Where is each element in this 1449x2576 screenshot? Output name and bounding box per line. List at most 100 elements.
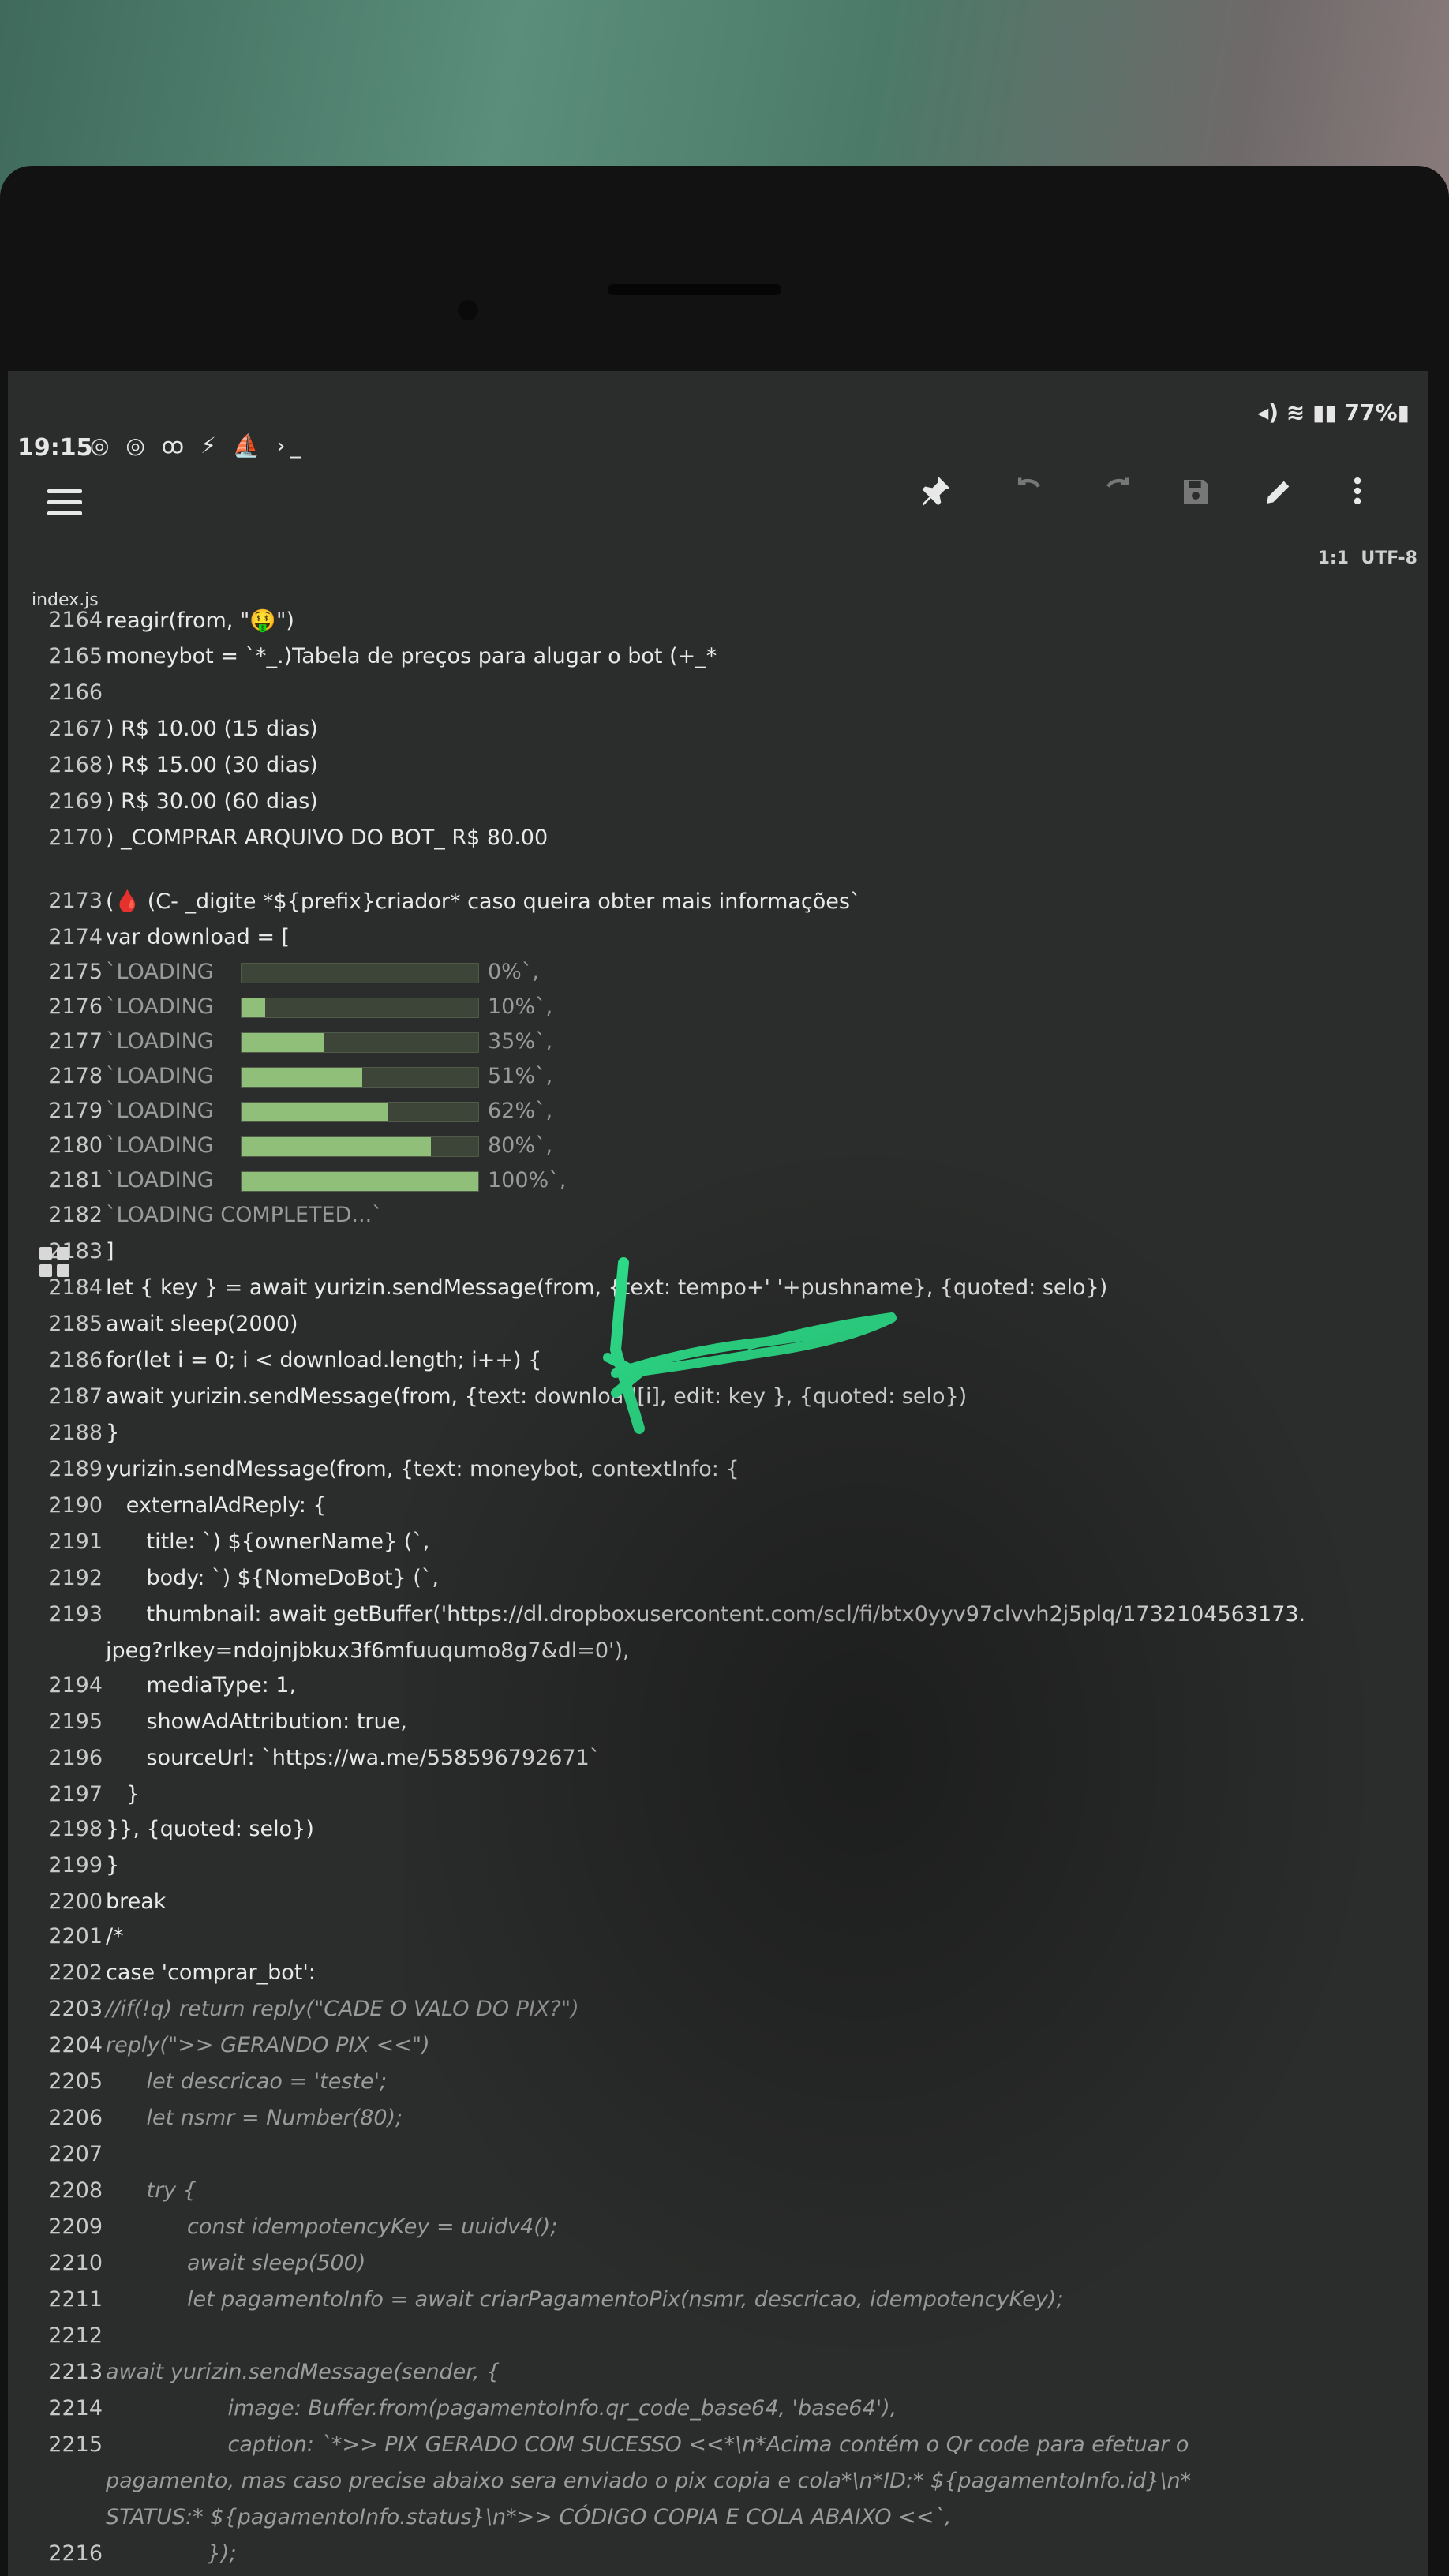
loading-progress-bar [241, 1171, 479, 1192]
code-line: moneybot = `*_.)Tabela de preços para al… [106, 644, 717, 668]
code-line: case 'comprar_bot': [106, 1960, 316, 1985]
line-number: 2209 [48, 2215, 103, 2239]
line-number: 2201 [48, 1924, 103, 1949]
line-number: 2193 [48, 1602, 103, 1627]
line-number: 2178 [48, 1064, 103, 1088]
code-line: }}, {quoted: selo}) [106, 1817, 314, 1841]
line-number: 2216 [48, 2541, 103, 2566]
encoding-label: UTF-8 [1361, 549, 1417, 568]
signal-battery-icons: ◂) ≋ ▮▮ 77%▮ [1257, 399, 1410, 425]
notification-icons: ◎ ◎ ꝏ ⚡ ⛵ ›_ [90, 432, 306, 459]
line-number: 2174 [48, 925, 103, 949]
code-line: title: `) ${ownerName} (`, [106, 1530, 430, 1554]
loading-percent: 51%`, [488, 1064, 553, 1088]
fold-grid-icon[interactable] [39, 1247, 71, 1279]
code-line: `LOADING COMPLETED...` [106, 1203, 383, 1227]
line-number: 2192 [48, 1566, 103, 1590]
code-line: ) R$ 30.00 (60 dias) [106, 789, 318, 814]
loading-progress-fill [242, 1137, 431, 1156]
editor-toolbar [8, 458, 1428, 552]
code-line: pagamento, mas caso precise abaixo sera … [106, 2469, 1192, 2493]
undo-icon[interactable] [1006, 474, 1054, 521]
front-camera [458, 300, 478, 320]
line-number: 2175 [48, 960, 103, 984]
hand-drawn-arrow-icon [603, 1257, 897, 1434]
more-options-icon[interactable] [1334, 474, 1381, 521]
line-number: 2208 [48, 2178, 103, 2203]
code-line: //if(!q) return reply("CADE O VALO DO PI… [106, 1997, 579, 2021]
loading-progress-fill [242, 1103, 388, 1121]
screen: 19:15 ◎ ◎ ꝏ ⚡ ⛵ ›_ ◂) ≋ ▮▮ 77%▮ 1:1 UTF-… [8, 371, 1428, 2576]
line-number: 2167 [48, 717, 103, 741]
line-number: 2215 [48, 2432, 103, 2457]
code-line: reply(">> GERANDO PIX <<") [106, 2033, 430, 2057]
line-number: 2190 [48, 1493, 103, 1518]
code-line: body: `) ${NomeDoBot} (`, [106, 1566, 439, 1590]
pin-icon[interactable] [912, 474, 959, 521]
loading-progress-bar [241, 998, 479, 1018]
line-number: 2170 [48, 826, 103, 850]
status-bar: 19:15 ◎ ◎ ꝏ ⚡ ⛵ ›_ ◂) ≋ ▮▮ 77%▮ [8, 371, 1428, 462]
line-number: 2182 [48, 1203, 103, 1227]
save-icon[interactable] [1172, 474, 1219, 521]
code-line: jpeg?rlkey=ndojnjbkux3f6mfuuqumo8g7&dl=0… [106, 1638, 630, 1663]
code-line: sourceUrl: `https://wa.me/558596792671` [106, 1746, 601, 1770]
line-number: 2206 [48, 2106, 103, 2130]
code-line: `LOADING [106, 1029, 214, 1054]
line-number: 2204 [48, 2033, 103, 2057]
line-number: 2176 [48, 994, 103, 1019]
code-line: let pagamentoInfo = await criarPagamento… [106, 2287, 1064, 2312]
redo-icon[interactable] [1093, 474, 1140, 521]
line-number: 2168 [48, 753, 103, 777]
line-number: 2212 [48, 2323, 103, 2348]
line-number: 2164 [48, 608, 103, 632]
loading-percent: 80%`, [488, 1133, 553, 1158]
loading-percent: 62%`, [488, 1099, 553, 1123]
loading-percent: 0%`, [488, 960, 539, 984]
hamburger-menu-icon[interactable] [47, 489, 82, 518]
code-line: } [106, 1421, 120, 1445]
code-line: showAdAttribution: true, [106, 1709, 407, 1734]
cursor-position: 1:1 [1317, 549, 1349, 568]
loading-progress-bar [241, 1067, 479, 1088]
code-line: (🩸 (C- _digite *${prefix}criador* caso q… [106, 889, 861, 914]
line-number: 2205 [48, 2069, 103, 2094]
code-line: `LOADING [106, 1168, 214, 1193]
code-line: `LOADING [106, 994, 214, 1019]
line-number: 2185 [48, 1312, 103, 1336]
loading-progress-fill [242, 1068, 362, 1087]
line-number: 2203 [48, 1997, 103, 2021]
code-line: mediaType: 1, [106, 1673, 297, 1698]
line-number: 2198 [48, 1817, 103, 1841]
code-line: ) R$ 15.00 (30 dias) [106, 753, 318, 777]
code-editor[interactable]: 2164 reagir(from, "🤑") 2165 moneybot = `*_.… [8, 608, 1428, 2576]
code-line: for(let i = 0; i < download.length; i++)… [106, 1348, 542, 1372]
editor-info-bar: 1:1 UTF-8 [8, 549, 1428, 580]
code-line: try { [106, 2178, 197, 2203]
line-number: 2197 [48, 1782, 103, 1807]
code-line: await sleep(2000) [106, 1312, 298, 1336]
line-number: 2184 [48, 1275, 103, 1300]
line-number: 2188 [48, 1421, 103, 1445]
edit-pencil-icon[interactable] [1255, 474, 1302, 521]
line-number: 2177 [48, 1029, 103, 1054]
line-number: 2186 [48, 1348, 103, 1372]
line-number: 2165 [48, 644, 103, 668]
line-number: 2169 [48, 789, 103, 814]
line-number: 2196 [48, 1746, 103, 1770]
code-line: await sleep(500) [106, 2251, 366, 2275]
line-number: 2213 [48, 2360, 103, 2384]
code-line: yurizin.sendMessage(from, {text: moneybo… [106, 1457, 739, 1481]
line-number: 2180 [48, 1133, 103, 1158]
loading-progress-fill [242, 998, 265, 1017]
code-line: let nsmr = Number(80); [106, 2106, 403, 2130]
code-line: ] [106, 1239, 114, 1264]
loading-percent: 35%`, [488, 1029, 553, 1054]
line-number: 2214 [48, 2396, 103, 2421]
loading-progress-bar [241, 1136, 479, 1157]
code-line: } [106, 1782, 140, 1807]
code-line: ) R$ 10.00 (15 dias) [106, 717, 318, 741]
line-number: 2181 [48, 1168, 103, 1193]
code-line: `LOADING [106, 960, 214, 984]
loading-progress-bar [241, 1032, 479, 1053]
